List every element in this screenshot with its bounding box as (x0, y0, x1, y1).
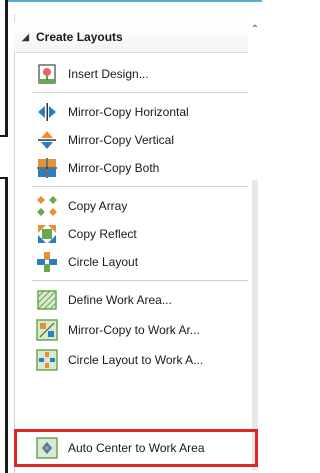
menu-item-mirror-copy-to-work-area[interactable]: Mirror-Copy to Work Ar... (36, 316, 248, 344)
menu-item-copy-reflect[interactable]: Copy Reflect (36, 220, 248, 248)
menu-item-mirror-copy-both[interactable]: Mirror-Copy Both (36, 154, 248, 182)
copy-array-icon (36, 195, 58, 217)
scroll-up-arrow-icon[interactable]: ⌃ (250, 24, 260, 36)
insert-design-icon (36, 63, 58, 85)
mirror-copy-horizontal-icon (36, 101, 58, 123)
menu-item-label: Mirror-Copy Vertical (68, 133, 175, 147)
group-header-create-layouts[interactable]: ◢ Create Layouts (14, 22, 248, 53)
mirror-copy-both-icon (36, 157, 58, 179)
menu-item-label: Circle Layout to Work A... (68, 353, 204, 367)
menu-item-copy-array[interactable]: Copy Array (36, 192, 248, 220)
define-work-area-icon (36, 289, 58, 311)
mirror-copy-vertical-icon (36, 129, 58, 151)
menu-item-insert-design[interactable]: Insert Design... (36, 60, 248, 88)
circle-layout-icon (36, 251, 58, 273)
highlight-box (14, 429, 258, 467)
menu-item-circle-layout-to-work-area[interactable]: Circle Layout to Work A... (36, 346, 248, 374)
menu-item-label: Mirror-Copy Both (68, 161, 160, 175)
menu-item-mirror-copy-vertical[interactable]: Mirror-Copy Vertical (36, 126, 248, 154)
left-edge-border (0, 0, 8, 473)
menu-item-mirror-copy-horizontal[interactable]: Mirror-Copy Horizontal (36, 98, 248, 126)
copy-reflect-icon (36, 223, 58, 245)
menu-item-label: Copy Array (68, 199, 128, 213)
separator (32, 280, 248, 281)
collapse-triangle-icon: ◢ (22, 31, 29, 42)
separator (32, 186, 248, 187)
menu-item-label: Insert Design... (68, 67, 149, 81)
menu-item-label: Mirror-Copy to Work Ar... (68, 323, 200, 337)
circle-layout-work-area-icon (36, 349, 58, 371)
menu-item-label: Circle Layout (68, 255, 139, 269)
panel-top-accent (8, 0, 262, 2)
menu-item-define-work-area[interactable]: Define Work Area... (36, 286, 248, 314)
scroll-track[interactable] (252, 180, 258, 470)
mirror-copy-work-area-icon (36, 319, 58, 341)
group-header-label: Create Layouts (36, 30, 123, 44)
menu-item-label: Mirror-Copy Horizontal (68, 105, 189, 119)
menu-item-label: Define Work Area... (68, 293, 172, 307)
menu-item-circle-layout[interactable]: Circle Layout (36, 248, 248, 276)
create-layouts-panel: ⌃ ◢ Create Layouts Insert Design... Mirr… (8, 0, 262, 473)
vertical-scrollbar[interactable]: ⌃ (250, 20, 260, 473)
separator (32, 92, 248, 93)
menu-item-label: Copy Reflect (68, 227, 137, 241)
